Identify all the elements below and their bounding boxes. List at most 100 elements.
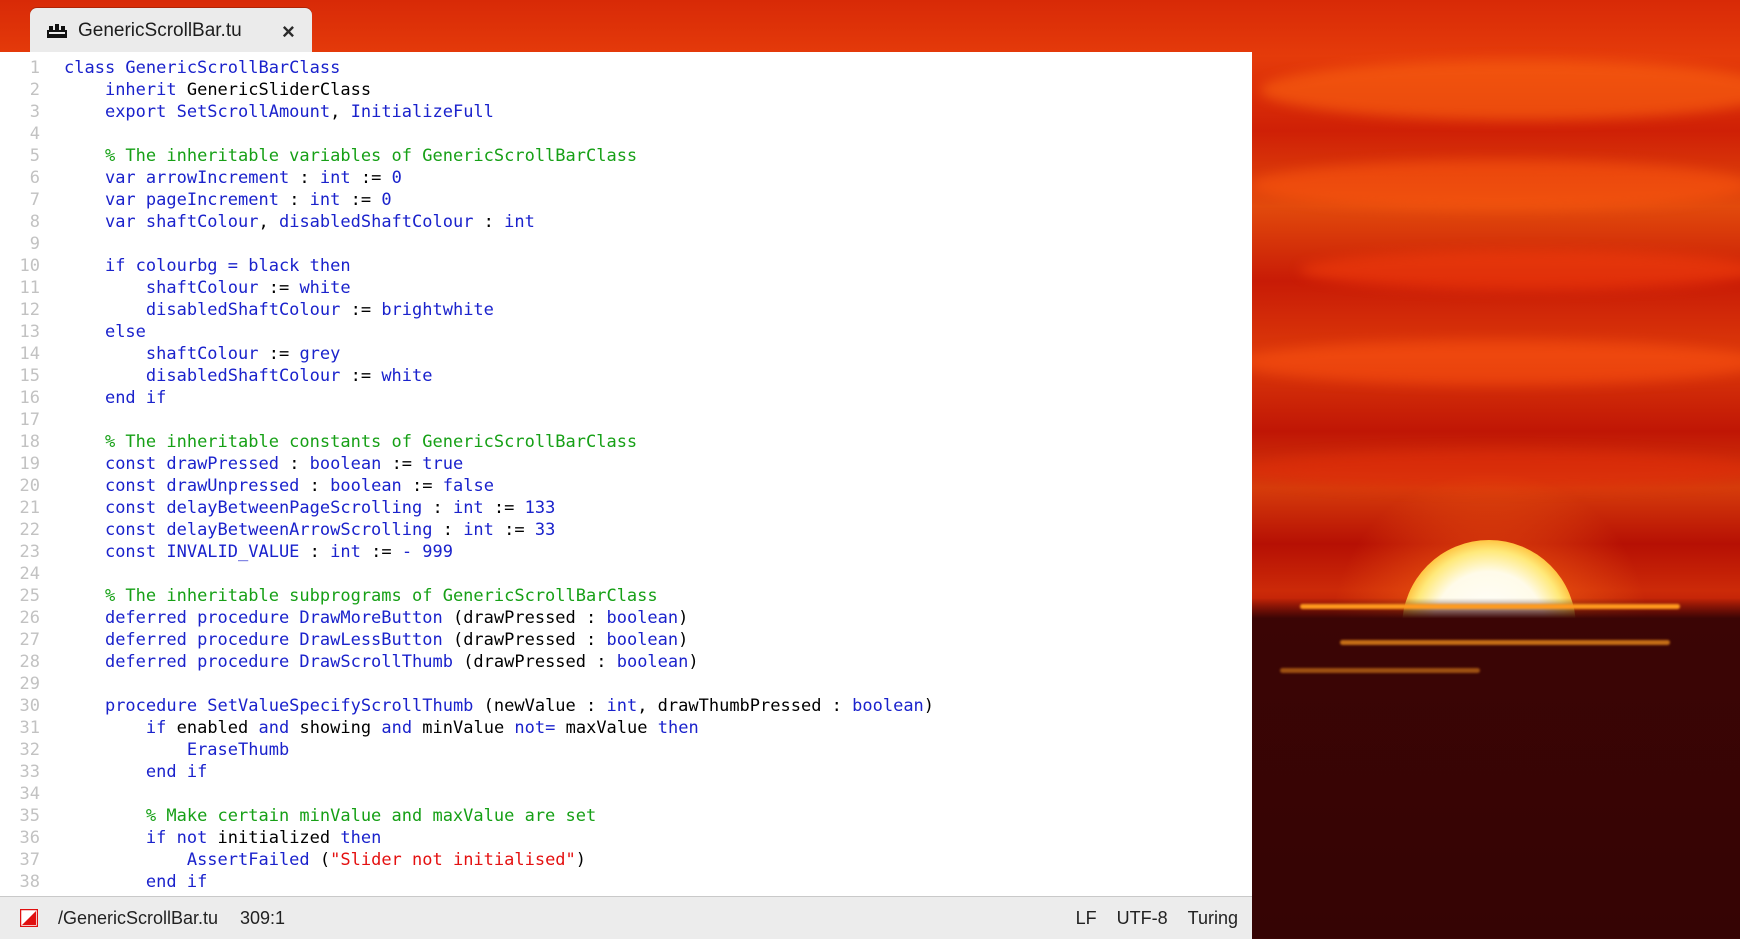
code-line[interactable]: 4 [0, 123, 1252, 145]
keyword-token: deferred procedure DrawMoreButton [104, 608, 443, 628]
code-line[interactable]: 24 [0, 563, 1252, 585]
code-line[interactable]: 35 % Make certain minValue and maxValue … [0, 805, 1252, 827]
plain-token: : [473, 212, 505, 232]
code-line[interactable]: 20 const drawUnpressed : boolean := fals… [0, 475, 1252, 497]
keyword-token: 0 [391, 168, 402, 188]
code-line[interactable]: 19 const drawPressed : boolean := true [0, 453, 1252, 475]
code-line[interactable]: 34 [0, 783, 1252, 805]
code-text: disabledShaftColour := white [64, 365, 433, 387]
plain-token: (drawPressed : [442, 630, 607, 650]
plain-token: initialized [207, 828, 341, 848]
cursor-position[interactable]: 309:1 [240, 908, 285, 929]
line-ending-selector[interactable]: LF [1076, 908, 1097, 929]
line-number: 6 [29, 168, 40, 188]
code-line[interactable]: 11 shaftColour := white [0, 277, 1252, 299]
code-line[interactable]: 5 % The inheritable variables of Generic… [0, 145, 1252, 167]
code-line[interactable]: 25 % The inheritable subprograms of Gene… [0, 585, 1252, 607]
code-line[interactable]: 7 var pageIncrement : int := 0 [0, 189, 1252, 211]
keyword-token: and [258, 718, 290, 738]
line-number: 25 [19, 586, 40, 606]
keyword-token: and [381, 718, 413, 738]
code-line[interactable]: 12 disabledShaftColour := brightwhite [0, 299, 1252, 321]
plain-token: ) [575, 850, 587, 870]
code-line[interactable]: 31 if enabled and showing and minValue n… [0, 717, 1252, 739]
code-line[interactable]: 15 disabledShaftColour := white [0, 365, 1252, 387]
plain-token: maxValue [555, 718, 658, 738]
code-line[interactable]: 6 var arrowIncrement : int := 0 [0, 167, 1252, 189]
plain-token: (drawPressed : [452, 652, 617, 672]
code-line[interactable]: 26 deferred procedure DrawMoreButton (dr… [0, 607, 1252, 629]
code-line[interactable]: 23 const INVALID_VALUE : int := - 999 [0, 541, 1252, 563]
plain-token: := [350, 168, 392, 188]
tab-title: GenericScrollBar.tu [78, 20, 242, 41]
code-line[interactable]: 2 inherit GenericSliderClass [0, 79, 1252, 101]
line-number: 10 [19, 256, 40, 276]
code-line[interactable]: 17 [0, 409, 1252, 431]
editor-tab[interactable]: GenericScrollBar.tu × [30, 8, 312, 54]
code-line[interactable]: 38 end if [0, 871, 1252, 893]
horizon [1240, 598, 1740, 938]
horizon-streak [1300, 604, 1680, 609]
code-line[interactable]: 18 % The inheritable constants of Generi… [0, 431, 1252, 453]
code-line[interactable]: 10 if colourbg = black then [0, 255, 1252, 277]
code-line[interactable]: 13 else [0, 321, 1252, 343]
code-line[interactable]: 32 EraseThumb [0, 739, 1252, 761]
code-line[interactable]: 29 [0, 673, 1252, 695]
code-line[interactable]: 28 deferred procedure DrawScrollThumb (d… [0, 651, 1252, 673]
keyword-token: end if [145, 762, 208, 782]
code-line[interactable]: 21 const delayBetweenPageScrolling : int… [0, 497, 1252, 519]
keyword-token: const delayBetweenPageScrolling [104, 498, 423, 518]
code-line[interactable]: 9 [0, 233, 1252, 255]
keyword-token: int [309, 190, 341, 210]
plain-token: enabled [166, 718, 259, 738]
plain-token: ) [688, 652, 699, 672]
keyword-token: var shaftColour [104, 212, 259, 232]
code-line[interactable]: 8 var shaftColour, disabledShaftColour :… [0, 211, 1252, 233]
code-line[interactable]: 36 if not initialized then [0, 827, 1252, 849]
keyword-token: - 999 [401, 542, 453, 562]
comment-token: % The inheritable variables of GenericSc… [104, 146, 638, 166]
line-number: 11 [19, 278, 40, 298]
code-editor[interactable]: 1 class GenericScrollBarClass 2 inherit Ge… [0, 52, 1252, 896]
code-line[interactable]: 14 shaftColour := grey [0, 343, 1252, 365]
line-number: 7 [29, 190, 40, 210]
keyword-token: shaftColour [145, 278, 259, 298]
code-line[interactable]: 3 export SetScrollAmount, InitializeFull [0, 101, 1252, 123]
close-icon[interactable]: × [282, 19, 295, 45]
code-line[interactable]: 33 end if [0, 761, 1252, 783]
code-line[interactable]: 37 AssertFailed ("Slider not initialised… [0, 849, 1252, 871]
keyword-token: const delayBetweenArrowScrolling [104, 520, 433, 540]
plain-token: := [258, 344, 300, 364]
code-line[interactable]: 16 end if [0, 387, 1252, 409]
language-selector[interactable]: Turing [1188, 908, 1238, 929]
keyword-token: white [299, 278, 351, 298]
code-line[interactable]: 27 deferred procedure DrawLessButton (dr… [0, 629, 1252, 651]
keyword-token: var arrowIncrement [104, 168, 290, 188]
keyword-token: then [340, 828, 382, 848]
keyword-token: brightwhite [381, 300, 494, 320]
plain-token: := [381, 454, 423, 474]
line-number: 8 [29, 212, 40, 232]
encoding-selector[interactable]: UTF-8 [1117, 908, 1168, 929]
keyword-token: not= [514, 718, 556, 738]
code-line[interactable]: 30 procedure SetValueSpecifyScrollThumb … [0, 695, 1252, 717]
line-number: 21 [19, 498, 40, 518]
keyword-token: boolean [330, 476, 402, 496]
keyword-token: 133 [524, 498, 556, 518]
code-line[interactable]: 1 class GenericScrollBarClass [0, 57, 1252, 79]
code-text: class GenericScrollBarClass [64, 57, 340, 79]
plain-token: : [289, 168, 320, 188]
code-line[interactable]: 22 const delayBetweenArrowScrolling : in… [0, 519, 1252, 541]
code-text: deferred procedure DrawLessButton (drawP… [64, 629, 688, 651]
